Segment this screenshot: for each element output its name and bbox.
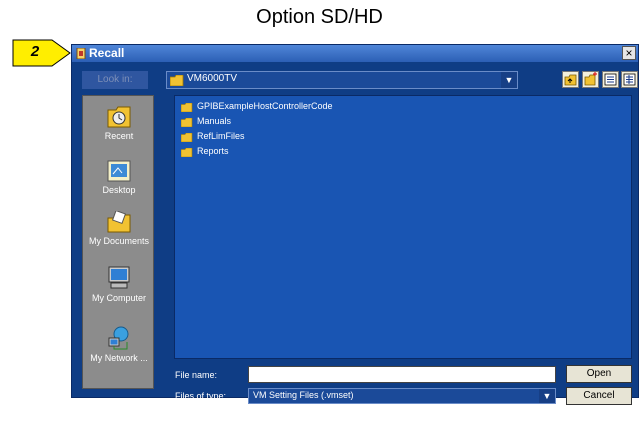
recent-icon (107, 106, 131, 128)
file-name-field[interactable] (248, 366, 556, 383)
files-of-type-label: Files of type: (175, 391, 227, 401)
look-in-dropdown[interactable]: VM6000TV ▼ (166, 71, 518, 89)
close-button[interactable]: × (622, 46, 636, 60)
place-label: My Network ... (90, 353, 148, 363)
place-label: Recent (104, 131, 134, 141)
cancel-button[interactable]: Cancel (566, 387, 632, 405)
folder-icon (181, 133, 193, 142)
place-desktop[interactable]: Desktop (83, 160, 155, 195)
chevron-down-icon[interactable]: ▼ (539, 389, 555, 403)
details-view-icon[interactable] (621, 71, 638, 88)
place-label: Desktop (102, 185, 136, 195)
my-documents-icon (107, 211, 131, 233)
file-name: Manuals (197, 116, 232, 126)
list-view-icon[interactable] (602, 71, 619, 88)
files-of-type-value: VM Setting Files (.vmset) (253, 390, 354, 400)
file-list[interactable]: GPIBExampleHostControllerCode Manuals Re… (174, 95, 632, 359)
title-bar[interactable]: Recall × (72, 45, 638, 62)
folder-icon (170, 75, 184, 86)
page-caption: Option SD/HD (256, 6, 383, 28)
place-label: My Documents (88, 236, 150, 246)
up-folder-icon[interactable] (562, 71, 579, 88)
recall-app-icon (76, 48, 86, 59)
file-name: Reports (197, 146, 229, 156)
folder-icon (181, 118, 193, 127)
desktop-icon (107, 160, 131, 182)
place-my-documents[interactable]: My Documents (83, 211, 155, 246)
place-label: My Computer (91, 293, 146, 303)
recall-dialog: Recall × Look in: VM6000TV ▼ Recent Desk… (71, 44, 639, 405)
step-number: 2 (30, 43, 40, 60)
place-recent[interactable]: Recent (83, 106, 155, 141)
new-folder-icon[interactable] (582, 71, 599, 88)
look-in-label: Look in: (82, 71, 148, 89)
place-my-network[interactable]: My Network ... (83, 326, 155, 363)
file-name: GPIBExampleHostControllerCode (197, 101, 333, 111)
open-button[interactable]: Open (566, 365, 632, 383)
file-name: RefLimFiles (197, 131, 245, 141)
my-computer-icon (108, 266, 130, 289)
folder-icon (181, 103, 193, 112)
look-in-value: VM6000TV (187, 73, 238, 84)
chevron-down-icon[interactable]: ▼ (501, 72, 517, 88)
file-name-label: File name: (175, 370, 218, 380)
my-network-icon (108, 326, 129, 350)
places-bar: Recent Desktop My Documents My Computer (82, 95, 154, 389)
dialog-title: Recall (89, 46, 125, 60)
place-my-computer[interactable]: My Computer (83, 266, 155, 303)
folder-icon (181, 148, 193, 157)
step-callout: 2 (12, 39, 71, 67)
files-of-type-dropdown[interactable]: VM Setting Files (.vmset) ▼ (248, 388, 556, 404)
